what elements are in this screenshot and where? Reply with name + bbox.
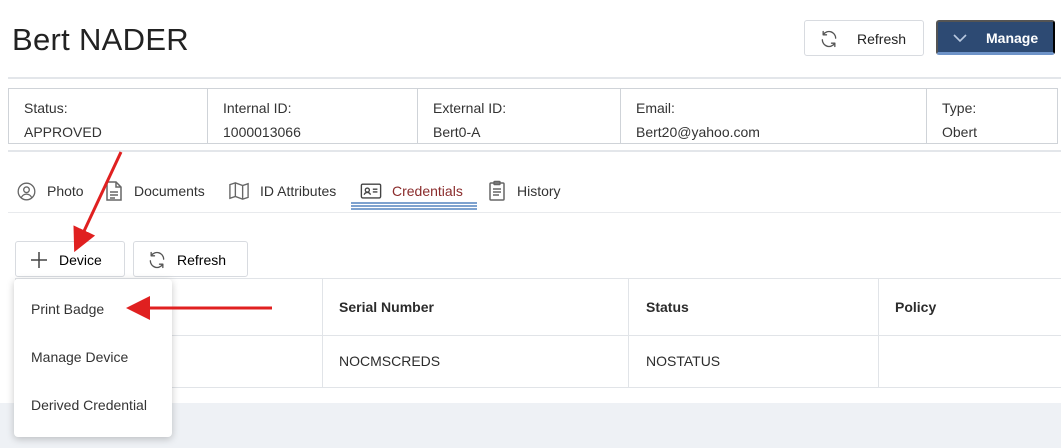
- menu-item-derived-credential[interactable]: Derived Credential: [31, 397, 147, 413]
- status-field: Status: APPROVED: [9, 89, 208, 143]
- tab-photo[interactable]: Photo: [16, 177, 84, 205]
- email-field: Email: Bert20@yahoo.com: [621, 89, 927, 143]
- table-column-status: [629, 279, 879, 387]
- device-dropdown-menu: Print Badge Manage Device Derived Creden…: [14, 279, 172, 437]
- email-value: Bert20@yahoo.com: [636, 124, 760, 140]
- document-icon: [104, 180, 124, 202]
- user-circle-icon: [16, 181, 37, 202]
- tab-history[interactable]: History: [487, 177, 561, 205]
- chevron-down-icon: [952, 31, 968, 48]
- add-device-label: Device: [59, 252, 102, 268]
- refresh-icon: [819, 29, 839, 52]
- clipboard-icon: [487, 180, 507, 202]
- map-icon: [228, 181, 250, 201]
- refresh-credentials-label: Refresh: [177, 252, 227, 268]
- manage-button[interactable]: Manage: [936, 20, 1055, 55]
- internal-id-value: 1000013066: [223, 124, 301, 140]
- table-header-status: Status: [646, 299, 689, 315]
- refresh-button-label: Refresh: [857, 31, 907, 47]
- menu-item-print-badge[interactable]: Print Badge: [31, 301, 104, 317]
- refresh-credentials-button[interactable]: Refresh: [133, 241, 248, 277]
- id-card-icon: [360, 182, 382, 200]
- internal-id-field: Internal ID: 1000013066: [208, 89, 418, 143]
- table-header-divider: [16, 335, 1061, 336]
- plus-icon: [30, 251, 48, 272]
- table-cell-serial-number[interactable]: NOCMSCREDS: [339, 353, 440, 369]
- refresh-icon: [147, 250, 167, 273]
- manage-button-label: Manage: [986, 30, 1039, 46]
- identity-summary: Status: APPROVED Internal ID: 1000013066…: [8, 88, 1058, 144]
- tab-documents[interactable]: Documents: [104, 177, 205, 205]
- page-title: Bert NADER: [12, 22, 189, 57]
- table-cell-status[interactable]: NOSTATUS: [646, 353, 720, 369]
- external-id-field: External ID: Bert0-A: [418, 89, 621, 143]
- menu-item-manage-device[interactable]: Manage Device: [31, 349, 128, 365]
- active-tab-indicator: [351, 202, 477, 210]
- type-value: Obert: [942, 124, 978, 140]
- tabs-divider: [8, 212, 1061, 213]
- header-divider: [8, 77, 1061, 79]
- refresh-button[interactable]: Refresh: [804, 20, 924, 56]
- table-column-serial: [323, 279, 629, 387]
- add-device-button[interactable]: Device: [15, 241, 125, 277]
- table-header-serial-number: Serial Number: [339, 299, 434, 315]
- status-value: APPROVED: [24, 124, 102, 140]
- type-field: Type: Obert: [927, 89, 1057, 143]
- tab-id-attributes[interactable]: ID Attributes: [228, 177, 336, 205]
- tab-credentials[interactable]: Credentials: [360, 177, 463, 205]
- table-header-policy: Policy: [895, 299, 937, 315]
- external-id-value: Bert0-A: [433, 124, 481, 140]
- info-divider: [8, 150, 1061, 152]
